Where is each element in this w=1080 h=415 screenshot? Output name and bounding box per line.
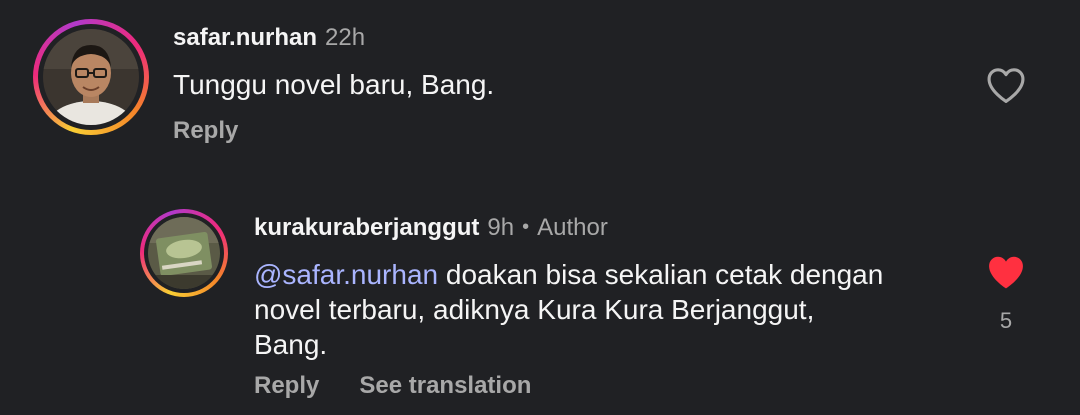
story-ring-avatar[interactable] xyxy=(33,19,149,135)
comment-kurakuraberjanggut: kurakuraberjanggut 9h • Author @safar.nurha… xyxy=(0,195,1080,415)
avatar xyxy=(43,29,139,125)
comment-text-line-2: novel terbaru, adiknya Kura Kura Berjang… xyxy=(254,294,815,325)
comment-actions: Reply See translation xyxy=(254,372,571,400)
story-ring-avatar[interactable] xyxy=(140,209,228,297)
reply-button[interactable]: Reply xyxy=(254,372,319,399)
author-badge: Author xyxy=(537,214,608,241)
comment-safar-nurhan: safar.nurhan 22h Tunggu novel baru, Bang.… xyxy=(0,0,1080,170)
reply-button[interactable]: Reply xyxy=(173,117,238,144)
comment-time: 9h xyxy=(487,214,515,241)
avatar xyxy=(148,217,220,289)
like-count[interactable]: 5 xyxy=(986,308,1026,334)
comment-actions: Reply xyxy=(173,117,278,145)
comment-text: Tunggu novel baru, Bang. xyxy=(173,69,495,100)
comment-text: @safar.nurhan doakan bisa sekalian cetak… xyxy=(254,257,883,362)
comment-username[interactable]: kurakuraberjanggut xyxy=(254,214,479,241)
heart-filled-icon[interactable] xyxy=(985,253,1027,291)
comment-username[interactable]: safar.nurhan xyxy=(173,24,317,51)
comment-time: 22h xyxy=(325,24,366,51)
mention-link[interactable]: @safar.nurhan xyxy=(254,259,438,290)
comment-text-line-1: doakan bisa sekalian cetak dengan xyxy=(438,259,884,290)
see-translation-button[interactable]: See translation xyxy=(359,372,531,399)
heart-outline-icon[interactable] xyxy=(985,66,1027,104)
comment-text-line-3: Bang. xyxy=(254,329,328,360)
separator-dot: • xyxy=(522,216,530,238)
